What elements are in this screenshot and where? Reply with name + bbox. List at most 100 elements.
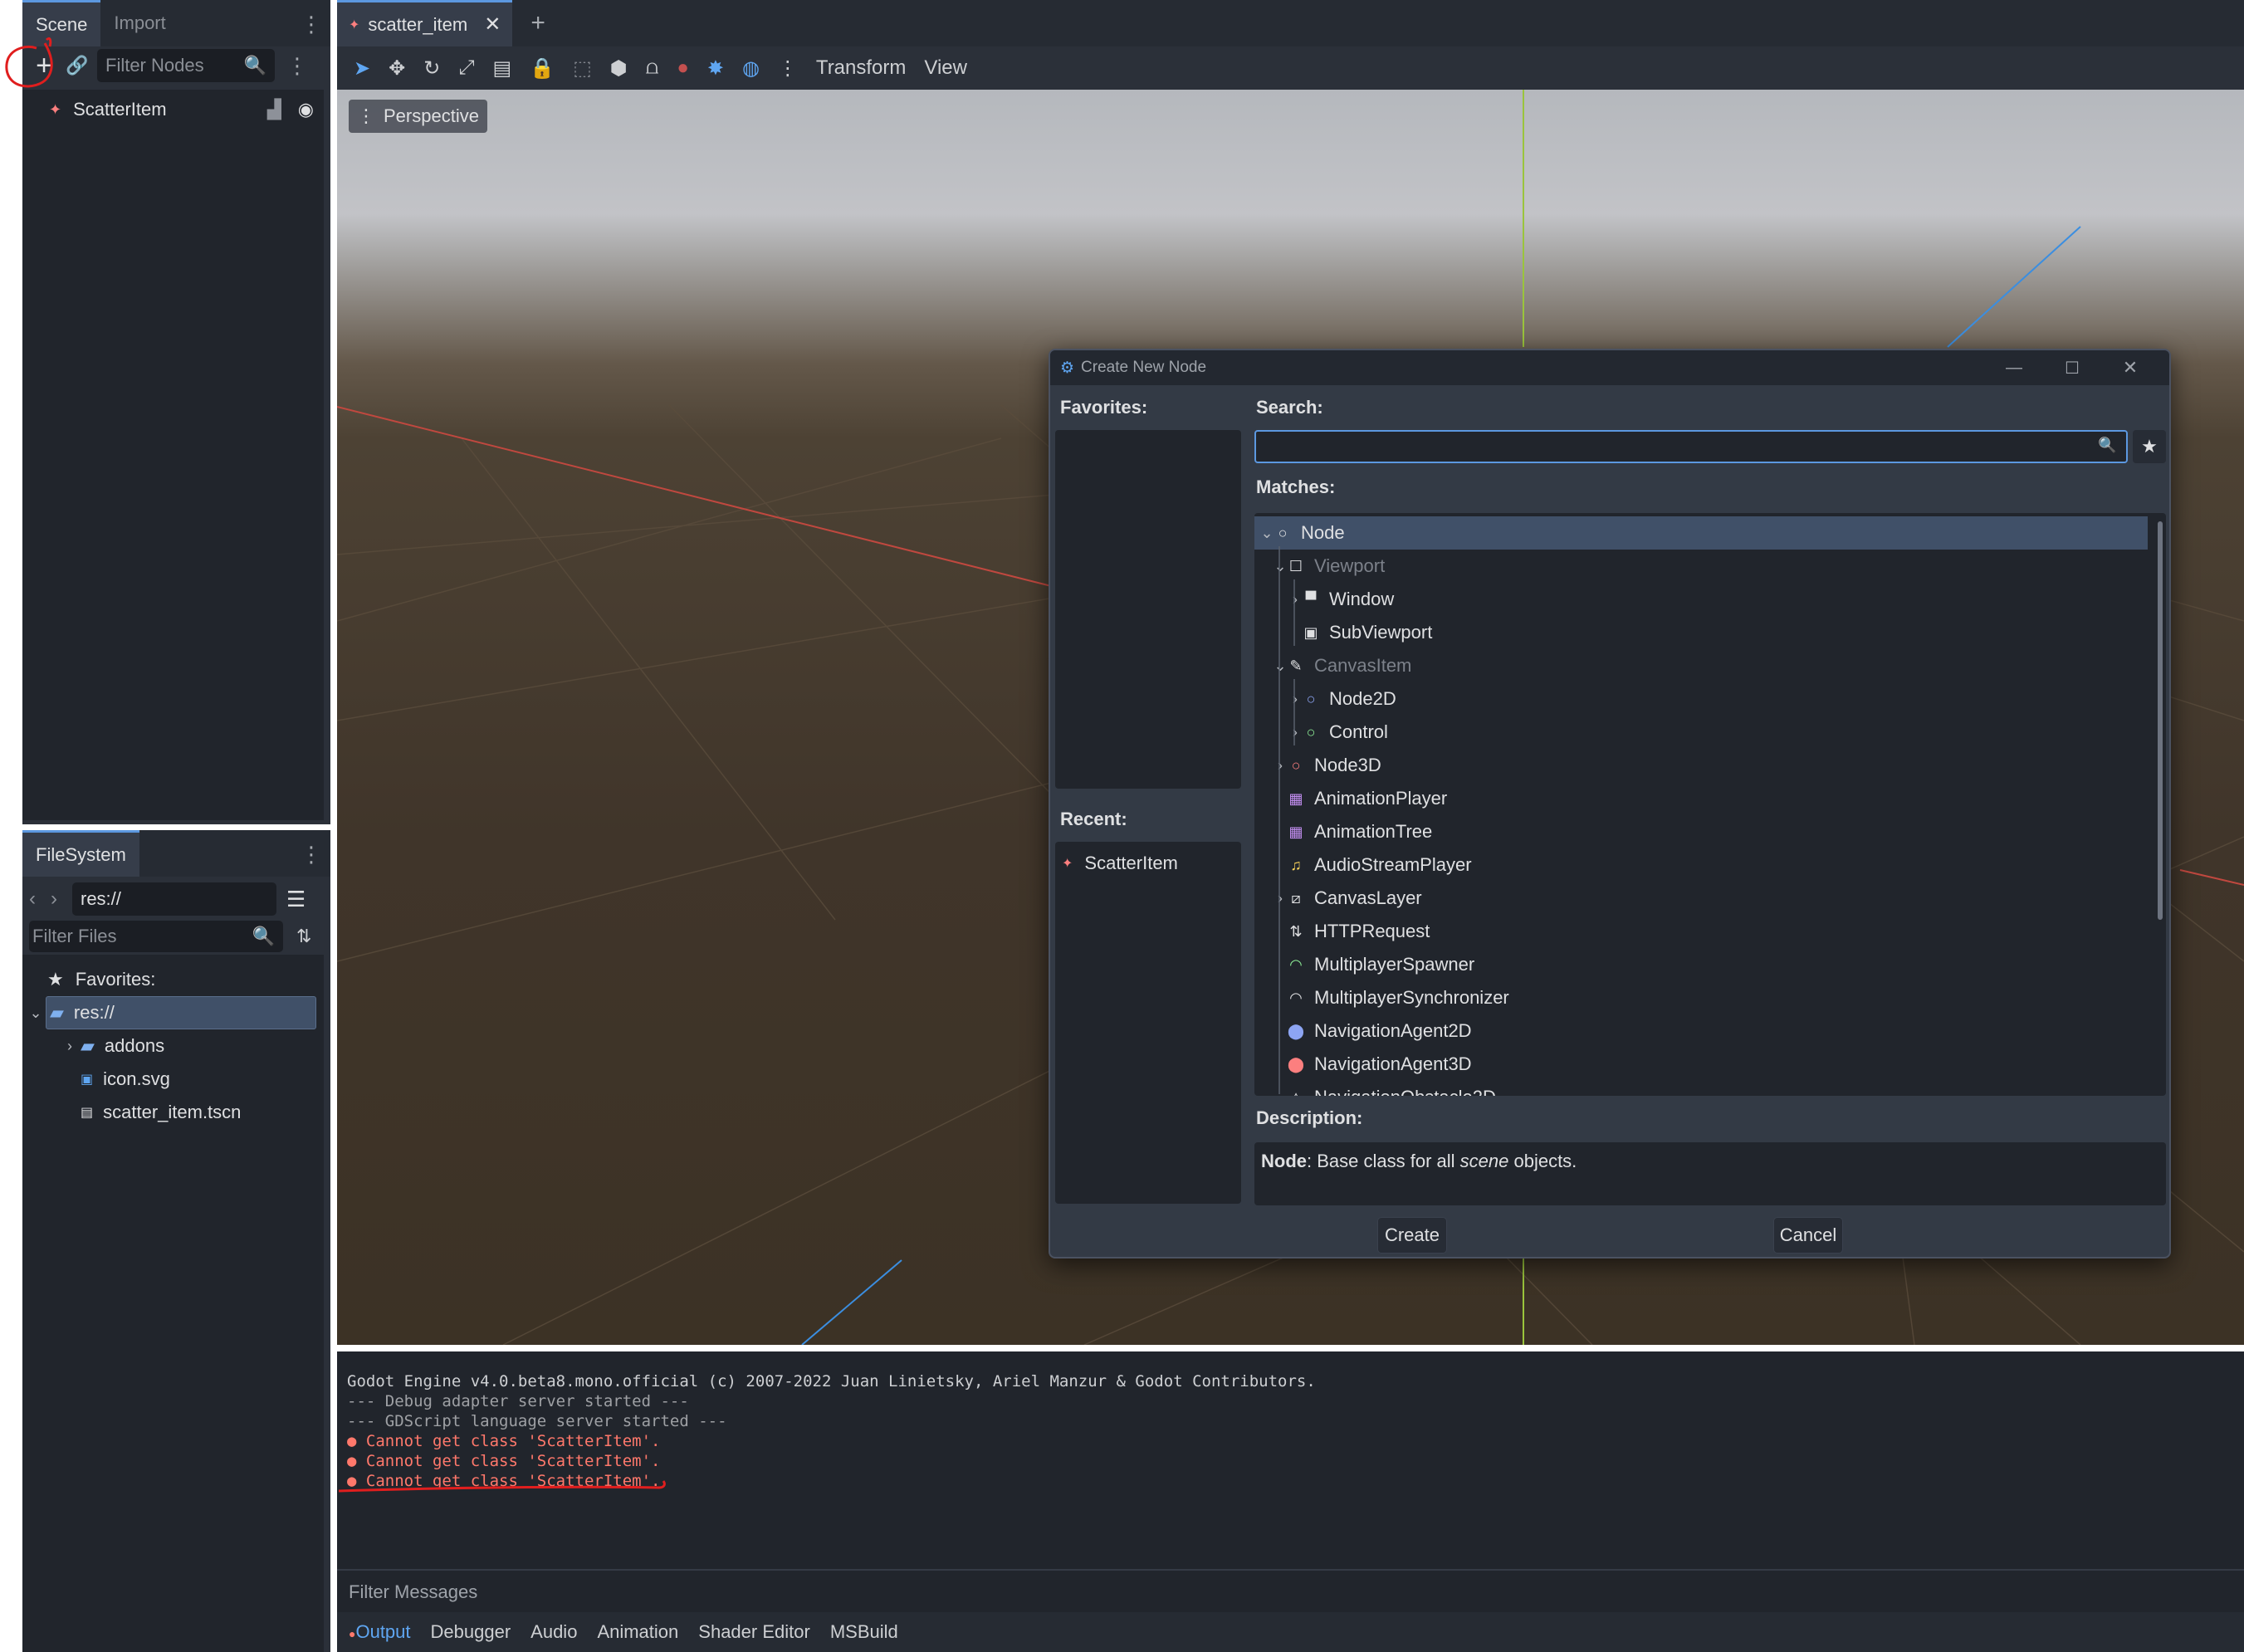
local-space-icon[interactable]: ⬢ (610, 56, 628, 81)
favorite-star-button[interactable]: ★ (2133, 430, 2166, 463)
forward-icon[interactable]: › (51, 887, 72, 911)
tab-shader-editor[interactable]: Shader Editor (698, 1621, 810, 1643)
match-item-audiostreamplayer[interactable]: ♫ AudioStreamPlayer (1254, 848, 2148, 882)
matches-scrollbar[interactable] (2158, 521, 2163, 920)
match-item-multiplayersynchronizer[interactable]: ◠ MultiplayerSynchronizer (1254, 981, 2148, 1014)
scene-tab[interactable]: ✦ scatter_item ✕ (337, 0, 513, 46)
node-circle-icon: ○ (1278, 524, 1288, 541)
filter-files-input[interactable]: Filter Files 🔍 (29, 921, 283, 952)
match-item-animationplayer[interactable]: ▦ AnimationPlayer (1254, 782, 2148, 815)
window-icon: ▀ (1305, 590, 1317, 608)
environment-icon[interactable]: ◍ (742, 56, 760, 81)
select-tool-icon[interactable]: ➤ (354, 56, 370, 81)
tab-output[interactable]: ●Output (349, 1621, 411, 1643)
match-item-node3d[interactable]: › ○ Node3D (1254, 749, 2148, 782)
match-item-canvasitem[interactable]: ⌄ ✎ CanvasItem (1254, 649, 2148, 682)
maximize-icon[interactable]: ☐ (2043, 358, 2101, 379)
filter-nodes-input[interactable]: Filter Nodes 🔍 (97, 49, 275, 82)
godot-icon: ▣ (81, 1073, 94, 1087)
tab-audio[interactable]: Audio (530, 1621, 577, 1643)
filter-files-bar: Filter Files 🔍 ⇅ (22, 918, 330, 955)
favorites-item[interactable]: ★ Favorites: (22, 963, 324, 996)
tab-animation[interactable]: Animation (597, 1621, 678, 1643)
scene-options-icon[interactable]: ⋮ (286, 55, 308, 76)
scale-tool-icon[interactable]: ⤢ (458, 56, 474, 80)
file-item-scene[interactable]: ▤ scatter_item.tscn (22, 1096, 324, 1129)
lock-icon[interactable]: 🔒 (530, 56, 555, 81)
annotation-underline (338, 1480, 666, 1493)
search-input[interactable] (1254, 430, 2128, 463)
search-icon: 🔍 (2098, 437, 2117, 453)
match-item-multiplayerspawner[interactable]: ◠ MultiplayerSpawner (1254, 948, 2148, 981)
transform-menu[interactable]: Transform (816, 56, 906, 80)
error-line: ● Cannot get class 'ScatterItem'. (347, 1452, 661, 1470)
node3d-scene-icon: ✦ (1062, 857, 1073, 871)
tab-import[interactable]: Import (100, 0, 178, 46)
error-line: ● Cannot get class 'ScatterItem'. (347, 1432, 661, 1450)
group-icon[interactable]: ⬚ (573, 56, 592, 81)
match-item-control[interactable]: › ○ Control (1254, 716, 2148, 749)
minimize-icon[interactable]: — (1985, 359, 2043, 378)
tab-msbuild[interactable]: MSBuild (830, 1621, 898, 1643)
sort-icon[interactable]: ⇅ (296, 926, 311, 947)
search-icon: 🔍 (243, 55, 266, 76)
match-item-viewport[interactable]: ⌄ ☐ Viewport (1254, 550, 2148, 583)
snap-icon[interactable]: ⩍ (646, 56, 659, 80)
match-item-navigationagent2d[interactable]: ⬤ NavigationAgent2D (1254, 1014, 2148, 1048)
res-root-item[interactable]: ⌄ ▰ res:// (29, 996, 316, 1029)
node2d-circle-icon: ○ (1306, 690, 1316, 707)
recent-item[interactable]: ✦ ScatterItem (1055, 847, 1241, 880)
scene-dock: Scene Import ⋮ + 🔗 Filter Nodes 🔍 ⋮ ✦ Sc… (22, 0, 330, 824)
filesystem-menu-icon[interactable]: ⋮ (301, 843, 330, 877)
view-menu[interactable]: View (924, 56, 967, 80)
match-item-window[interactable]: › ▀ Window (1254, 583, 2148, 616)
filter-messages-input[interactable]: Filter Messages (349, 1574, 477, 1610)
description-panel: Node: Base class for all scene objects. (1254, 1142, 2166, 1205)
output-log: Godot Engine v4.0.beta8.mono.official (c… (347, 1371, 1316, 1491)
match-item-node[interactable]: ⌄ ○ Node (1254, 516, 2148, 550)
kebab-icon: ⋮ (357, 105, 375, 126)
perspective-menu[interactable]: ⋮ Perspective (349, 100, 487, 133)
favorites-list[interactable] (1055, 430, 1241, 789)
toolbar-more-icon[interactable]: ⋮ (778, 56, 798, 81)
star-icon: ★ (47, 969, 64, 990)
match-item-node2d[interactable]: › ○ Node2D (1254, 682, 2148, 716)
script-icon[interactable]: ▟ (267, 99, 281, 120)
tab-filesystem[interactable]: FileSystem (22, 830, 139, 877)
folder-item-addons[interactable]: › ▰ addons (22, 1029, 324, 1063)
tab-debugger[interactable]: Debugger (431, 1621, 511, 1643)
path-bar: ‹ › res:// ☰ (22, 880, 330, 918)
close-icon[interactable]: ✕ (484, 12, 501, 37)
rotate-tool-icon[interactable]: ↻ (423, 56, 440, 81)
add-tab-icon[interactable]: + (530, 9, 545, 37)
scene-root-item[interactable]: ✦ ScatterItem ▟ ◉ (22, 93, 324, 126)
match-item-canvaslayer[interactable]: › ⧄ CanvasLayer (1254, 882, 2148, 915)
cancel-button[interactable]: Cancel (1773, 1217, 1843, 1254)
divider (337, 1569, 2244, 1571)
list-select-icon[interactable]: ▤ (493, 56, 512, 81)
match-item-subviewport[interactable]: ▣ SubViewport (1254, 616, 2148, 649)
match-item-navigationobstacle2d[interactable]: △NavigationObstacle2D (1254, 1081, 2148, 1096)
sun-icon[interactable]: ✸ (707, 56, 724, 81)
scene-dock-menu-icon[interactable]: ⋮ (301, 13, 330, 46)
folder-icon: ▰ (50, 1002, 64, 1023)
split-view-icon[interactable]: ☰ (286, 887, 306, 912)
control-circle-icon: ○ (1306, 723, 1316, 740)
create-button[interactable]: Create (1377, 1217, 1447, 1254)
match-item-animationtree[interactable]: ▦ AnimationTree (1254, 815, 2148, 848)
path-input[interactable]: res:// (72, 882, 276, 916)
dialog-titlebar: ⚙ Create New Node — ☐ ✕ (1050, 350, 2169, 385)
error-dot-icon: ● (347, 1432, 366, 1450)
log-line: --- Debug adapter server started --- (347, 1392, 689, 1410)
match-item-httprequest[interactable]: ⇅ HTTPRequest (1254, 915, 2148, 948)
close-icon[interactable]: ✕ (2101, 357, 2159, 379)
visibility-eye-icon[interactable]: ◉ (298, 99, 314, 120)
recent-list: ✦ ScatterItem (1055, 842, 1241, 1204)
filesystem-dock: FileSystem ⋮ ‹ › res:// ☰ Filter Files 🔍… (22, 830, 330, 1652)
move-tool-icon[interactable]: ✥ (389, 56, 405, 81)
create-node-dialog: ⚙ Create New Node — ☐ ✕ Favorites: Recen… (1049, 349, 2171, 1259)
file-item-icon-svg[interactable]: ▣ icon.svg (22, 1063, 324, 1096)
back-icon[interactable]: ‹ (29, 887, 51, 911)
match-item-navigationagent3d[interactable]: ⬤ NavigationAgent3D (1254, 1048, 2148, 1081)
camera-icon[interactable]: ● (677, 56, 689, 80)
